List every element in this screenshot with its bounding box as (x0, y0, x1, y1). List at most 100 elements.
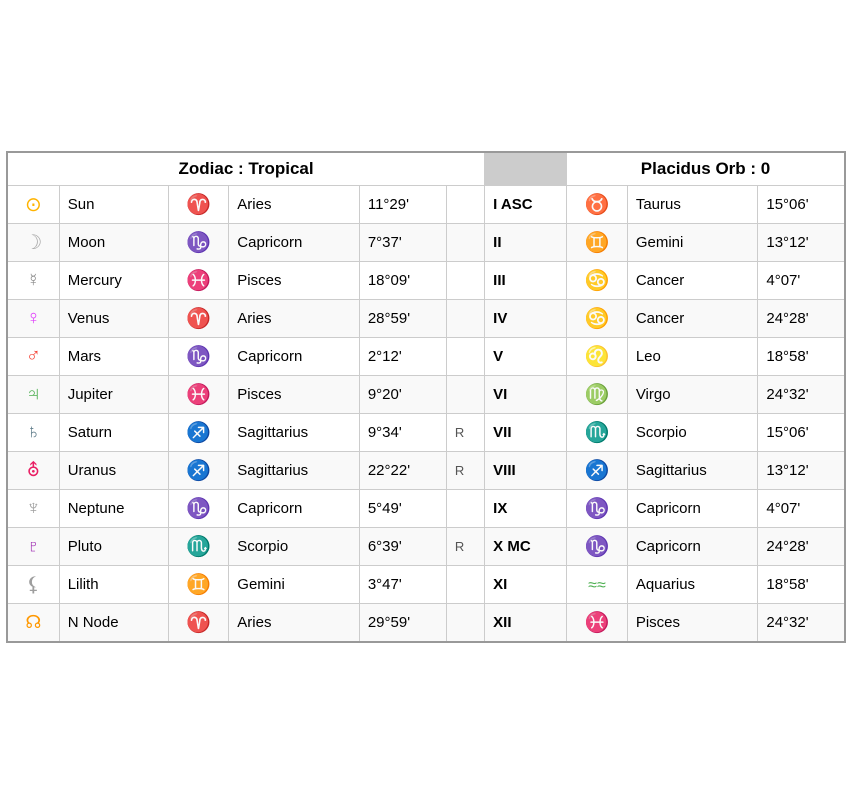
table-row: ⚸ Lilith ♊ Gemini 3°47' XI ≈≈ Aquarius 1… (7, 565, 845, 603)
planet-sign: Capricorn (229, 489, 360, 527)
planet-sign-symbol: ♐ (168, 413, 229, 451)
planet-symbol: ⊙ (7, 185, 59, 223)
planet-sign: Pisces (229, 375, 360, 413)
planet-degree: 6°39' (359, 527, 446, 565)
table-row: ⊙ Sun ♈ Aries 11°29' I ASC ♉ Taurus 15°0… (7, 185, 845, 223)
planet-symbol: ♂ (7, 337, 59, 375)
house-sign: Cancer (627, 261, 758, 299)
planet-sign-symbol: ♑ (168, 489, 229, 527)
table-row: ☽ Moon ♑ Capricorn 7°37' II ♊ Gemini 13°… (7, 223, 845, 261)
house-degree: 4°07' (758, 489, 845, 527)
house-sign: Capricorn (627, 527, 758, 565)
house-sign: Virgo (627, 375, 758, 413)
planet-symbol: ⛢ (7, 451, 59, 489)
table-row: ⛢ Uranus ♐ Sagittarius 22°22' R VIII ♐ S… (7, 451, 845, 489)
house-sign: Cancer (627, 299, 758, 337)
house-number: IX (485, 489, 567, 527)
house-sign: Aquarius (627, 565, 758, 603)
planet-sign-symbol: ♑ (168, 223, 229, 261)
planet-sign-symbol: ♈ (168, 603, 229, 642)
planet-symbol: ♃ (7, 375, 59, 413)
house-degree: 15°06' (758, 185, 845, 223)
house-degree: 24°28' (758, 527, 845, 565)
house-number: XI (485, 565, 567, 603)
planet-sign-symbol: ♐ (168, 451, 229, 489)
planet-degree: 2°12' (359, 337, 446, 375)
planet-symbol: ⚸ (7, 565, 59, 603)
planet-symbol: ♀ (7, 299, 59, 337)
house-sign: Taurus (627, 185, 758, 223)
planet-degree: 11°29' (359, 185, 446, 223)
house-degree: 24°32' (758, 375, 845, 413)
planet-name: Pluto (59, 527, 168, 565)
planet-name: Mars (59, 337, 168, 375)
house-number: XII (485, 603, 567, 642)
planet-retro (446, 375, 484, 413)
house-sign-symbol: ♓ (567, 603, 628, 642)
planet-sign: Sagittarius (229, 413, 360, 451)
house-degree: 24°32' (758, 603, 845, 642)
planet-sign-symbol: ♑ (168, 337, 229, 375)
house-sign-symbol: ♋ (567, 261, 628, 299)
house-number: V (485, 337, 567, 375)
house-number: II (485, 223, 567, 261)
house-sign: Sagittarius (627, 451, 758, 489)
planet-sign: Aries (229, 299, 360, 337)
planet-degree: 29°59' (359, 603, 446, 642)
house-number: III (485, 261, 567, 299)
planet-name: Mercury (59, 261, 168, 299)
planet-sign: Aries (229, 185, 360, 223)
house-sign-symbol: ♋ (567, 299, 628, 337)
planet-degree: 22°22' (359, 451, 446, 489)
planet-symbol: ☿ (7, 261, 59, 299)
house-sign-symbol: ♊ (567, 223, 628, 261)
planet-retro (446, 261, 484, 299)
house-sign: Capricorn (627, 489, 758, 527)
house-sign: Pisces (627, 603, 758, 642)
house-degree: 24°28' (758, 299, 845, 337)
house-number: VII (485, 413, 567, 451)
house-sign-symbol: ♍ (567, 375, 628, 413)
house-number: IV (485, 299, 567, 337)
house-sign-symbol: ♉ (567, 185, 628, 223)
planet-sign-symbol: ♏ (168, 527, 229, 565)
table-row: ☿ Mercury ♓ Pisces 18°09' III ♋ Cancer 4… (7, 261, 845, 299)
planet-name: Jupiter (59, 375, 168, 413)
planet-sign-symbol: ♓ (168, 375, 229, 413)
planet-name: Neptune (59, 489, 168, 527)
planet-sign: Sagittarius (229, 451, 360, 489)
house-number: VI (485, 375, 567, 413)
planet-sign-symbol: ♊ (168, 565, 229, 603)
planet-retro: R (446, 527, 484, 565)
table-row: ♆ Neptune ♑ Capricorn 5°49' IX ♑ Caprico… (7, 489, 845, 527)
planet-retro (446, 489, 484, 527)
planet-degree: 7°37' (359, 223, 446, 261)
house-sign: Scorpio (627, 413, 758, 451)
planet-sign-symbol: ♈ (168, 185, 229, 223)
planet-symbol: ☽ (7, 223, 59, 261)
planet-name: Uranus (59, 451, 168, 489)
house-degree: 13°12' (758, 223, 845, 261)
planet-symbol: ♇ (7, 527, 59, 565)
planet-retro (446, 185, 484, 223)
house-sign-symbol: ♑ (567, 527, 628, 565)
planet-name: N Node (59, 603, 168, 642)
planet-retro (446, 603, 484, 642)
table-row: ♀ Venus ♈ Aries 28°59' IV ♋ Cancer 24°28… (7, 299, 845, 337)
house-sign-symbol: ♑ (567, 489, 628, 527)
planet-retro (446, 565, 484, 603)
planet-degree: 9°34' (359, 413, 446, 451)
house-number: VIII (485, 451, 567, 489)
table-row: ♄ Saturn ♐ Sagittarius 9°34' R VII ♏ Sco… (7, 413, 845, 451)
planet-symbol: ♆ (7, 489, 59, 527)
divider (485, 152, 567, 186)
table-row: ♇ Pluto ♏ Scorpio 6°39' R X MC ♑ Caprico… (7, 527, 845, 565)
left-header: Zodiac : Tropical (7, 152, 485, 186)
planet-degree: 28°59' (359, 299, 446, 337)
planet-name: Saturn (59, 413, 168, 451)
planet-degree: 5°49' (359, 489, 446, 527)
planet-sign: Aries (229, 603, 360, 642)
planet-name: Moon (59, 223, 168, 261)
planet-name: Venus (59, 299, 168, 337)
house-sign-symbol: ♌ (567, 337, 628, 375)
